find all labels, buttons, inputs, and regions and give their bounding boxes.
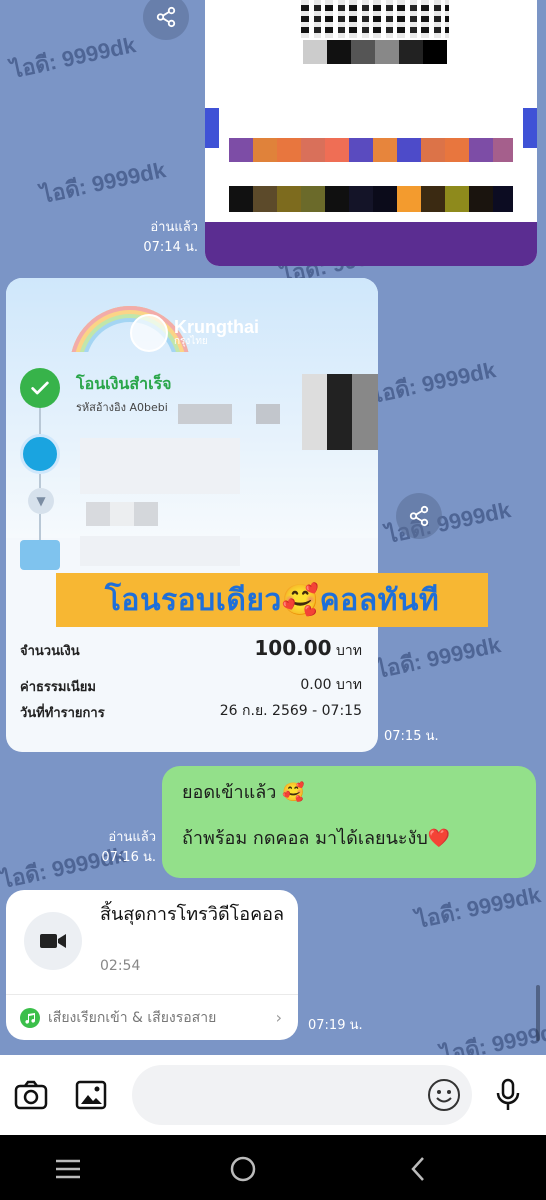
video-call-icon: [24, 912, 82, 970]
blurred-text: [80, 536, 240, 566]
qr-code-image: [301, 0, 449, 38]
receipt-time: 07:15 น.: [384, 729, 439, 744]
qr-message-meta: อ่านแล้ว 07:14 น.: [110, 218, 198, 258]
call-title: สิ้นสุดการโทรวิดีโอคอล: [100, 904, 284, 925]
emoji-button[interactable]: [426, 1077, 462, 1113]
gallery-button[interactable]: [73, 1077, 109, 1113]
watermark: ไอดี: 9999dk: [438, 1017, 546, 1055]
watermark: ไอดี: 9999dk: [413, 882, 543, 933]
blurred-text: [256, 404, 280, 424]
blurred-text: [110, 502, 134, 526]
reference-code: รหัสอ้างอิง A0bebi: [76, 401, 168, 414]
back-button[interactable]: [400, 1151, 436, 1187]
message-time: 07:14 น.: [143, 240, 198, 255]
message-line: ยอดเข้าแล้ว 🥰: [182, 782, 305, 803]
message-line: ถ้าพร้อม กดคอล มาได้เลยนะงับ❤️: [182, 828, 451, 849]
video-icon: [40, 934, 66, 948]
amount-label: จำนวนเงิน: [20, 644, 80, 659]
blurred-strip: [229, 138, 513, 162]
outgoing-message-bubble[interactable]: ยอดเข้าแล้ว 🥰 ถ้าพร้อม กดคอล มาได้เลยนะง…: [162, 766, 536, 878]
watermark: ไอดี: 9999dk: [373, 632, 503, 683]
video-call-ended-bubble[interactable]: สิ้นสุดการโทรวิดีโอคอล 02:54 เสียงเรียกเ…: [6, 890, 298, 1040]
camera-button[interactable]: [13, 1077, 49, 1113]
voice-button[interactable]: [490, 1077, 526, 1113]
camera-icon: [14, 1080, 48, 1110]
qr-image-bubble[interactable]: [205, 0, 537, 266]
share-icon: [409, 505, 429, 527]
call-duration: 02:54: [100, 958, 141, 974]
krungthai-logo: Krungthai กรุงไทย: [130, 314, 259, 352]
chevron-right-icon: ›: [275, 1008, 282, 1027]
watermark: ไอดี: 9999dk: [368, 357, 498, 408]
blurred-qr: [302, 374, 378, 450]
success-check-icon: [20, 368, 60, 408]
amount-row: 100.00 บาท: [254, 636, 362, 662]
emoji-icon: [428, 1079, 460, 1111]
home-button[interactable]: [225, 1151, 261, 1187]
scrollbar[interactable]: [536, 985, 540, 1041]
blurred-text: [178, 404, 232, 424]
system-nav-bar: [0, 1135, 546, 1200]
date-label: วันที่ทำรายการ: [20, 706, 105, 721]
transfer-status: โอนเงินสำเร็จ: [76, 374, 172, 393]
chevron-down-icon: ▼: [28, 488, 54, 514]
watermark: ไอดี: 9999dk: [38, 157, 168, 208]
share-icon: [156, 6, 176, 28]
ringtone-label: เสียงเรียกเข้า & เสียงรอสาย: [48, 1009, 217, 1026]
share-button[interactable]: [396, 493, 442, 539]
message-input-bar: [0, 1055, 546, 1135]
call-time: 07:19 น.: [308, 1018, 363, 1033]
fee-value: 0.00 บาท: [300, 677, 362, 693]
music-note-icon: [20, 1007, 40, 1028]
promo-banner: โอนรอบเดียว🥰คอลทันที: [56, 573, 488, 627]
blurred-text: [134, 502, 158, 526]
id-card-icon: [20, 540, 60, 570]
amount-unit: บาท: [336, 643, 362, 659]
message-input[interactable]: [132, 1065, 472, 1125]
amount-value: 100.00: [254, 636, 332, 660]
blurred-text: [303, 40, 447, 64]
mic-icon: [496, 1078, 520, 1110]
read-status: อ่านแล้ว: [150, 220, 198, 235]
chat-area[interactable]: ไอดี: 9999dk ไอดี: 9999dk ไอดี: 9999dk ไ…: [0, 0, 546, 1055]
watermark: ไอดี: 9999dk: [8, 32, 138, 83]
nav-menu-icon: [56, 1159, 80, 1179]
image-icon: [75, 1080, 107, 1110]
bank-icon: [20, 434, 60, 474]
bank-emblem-icon: [130, 314, 168, 352]
blurred-text: [86, 502, 110, 526]
blurred-text: [80, 438, 240, 494]
outgoing-meta: อ่านแล้ว 07:16 น.: [70, 828, 156, 868]
date-value: 26 ก.ย. 2569 - 07:15: [219, 703, 362, 719]
nav-back-icon: [411, 1157, 424, 1181]
recent-apps-button[interactable]: [50, 1151, 86, 1187]
share-button[interactable]: [143, 0, 189, 40]
nav-home-icon: [230, 1156, 256, 1182]
ringtone-link[interactable]: เสียงเรียกเข้า & เสียงรอสาย ›: [6, 994, 298, 1040]
blurred-strip: [229, 186, 513, 212]
fee-label: ค่าธรรมเนียม: [20, 680, 96, 695]
transfer-receipt-image[interactable]: Krungthai กรุงไทย โอนเงินสำเร็จ รหัสอ้าง…: [6, 278, 378, 752]
read-status: อ่านแล้ว: [108, 830, 156, 845]
message-time: 07:16 น.: [101, 850, 156, 865]
